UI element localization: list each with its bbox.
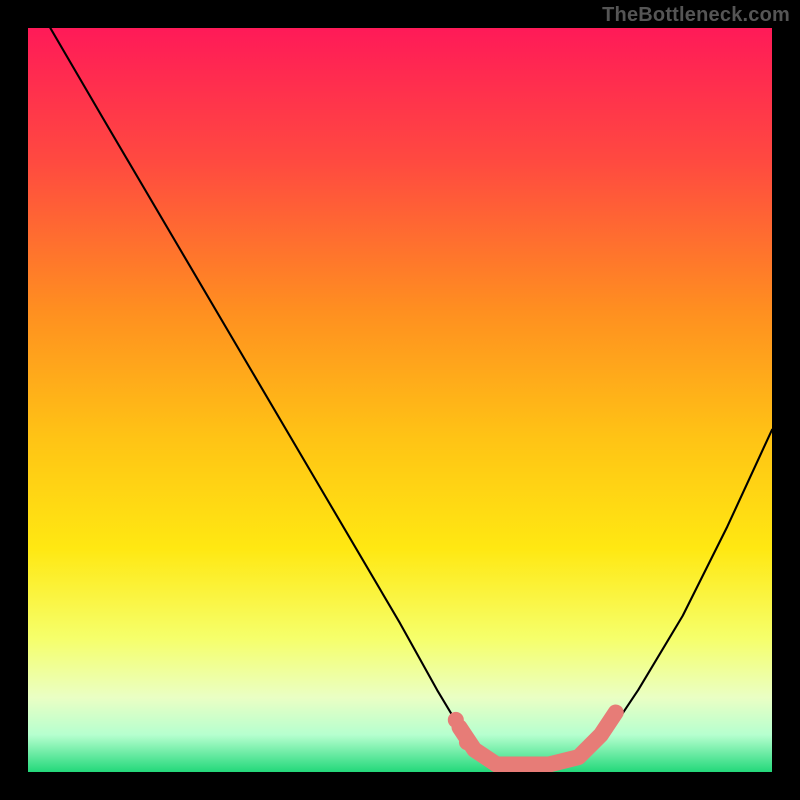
highlight-dot-1	[459, 734, 475, 750]
bottleneck-plot	[28, 28, 772, 772]
chart-svg	[28, 28, 772, 772]
watermark-text: TheBottleneck.com	[602, 4, 790, 27]
gradient-background	[28, 28, 772, 772]
chart-frame: TheBottleneck.com	[0, 0, 800, 800]
highlight-dot-0	[448, 712, 464, 728]
